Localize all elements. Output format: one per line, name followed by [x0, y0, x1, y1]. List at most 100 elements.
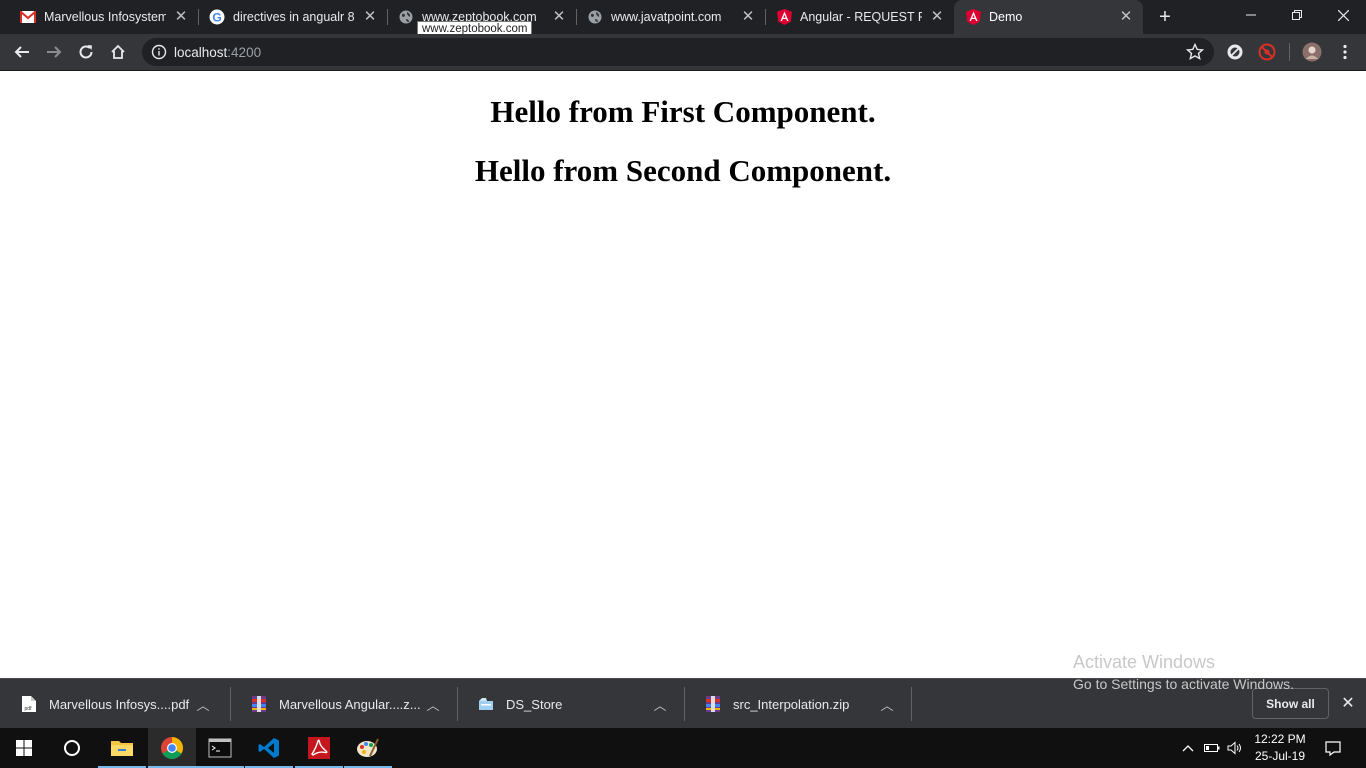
- taskbar-terminal[interactable]: [196, 728, 244, 768]
- minimize-icon: [1246, 14, 1256, 16]
- svg-text:pdf: pdf: [25, 706, 33, 712]
- windows-logo-icon: [16, 740, 32, 756]
- angular-icon: [965, 9, 981, 25]
- tab-title: Angular - REQUEST FOR: [800, 10, 922, 24]
- tab-title: www.javatpoint.com: [611, 10, 722, 24]
- back-button[interactable]: [9, 39, 35, 65]
- battery-button[interactable]: [1202, 728, 1222, 768]
- kebab-menu-icon: [1343, 44, 1347, 60]
- zip-file-icon: [252, 696, 266, 712]
- tab-strip: Marvellous Infosystems ✕ G directives in…: [0, 0, 1366, 34]
- cortana-circle-icon: [64, 740, 80, 756]
- show-hidden-icons-button[interactable]: [1178, 728, 1198, 768]
- chevron-up-icon[interactable]: ︿: [425, 695, 441, 714]
- download-item[interactable]: DS_Store ︿: [457, 679, 684, 729]
- bookmark-star-icon[interactable]: [1186, 43, 1204, 61]
- gmail-icon: [20, 9, 36, 25]
- forward-button[interactable]: [41, 39, 67, 65]
- chevron-up-icon[interactable]: ︿: [195, 695, 211, 714]
- download-filename: Marvellous Angular....z...: [279, 696, 421, 712]
- close-icon[interactable]: ✕: [550, 8, 568, 26]
- pdf-file-icon: pdf: [22, 696, 36, 712]
- download-filename: src_Interpolation.zip: [733, 696, 850, 712]
- windows-taskbar: 12:22 PM 25-Jul-19: [0, 728, 1366, 768]
- taskbar-chrome[interactable]: [148, 728, 196, 768]
- restore-icon: [1292, 10, 1302, 20]
- close-icon: [1337, 9, 1349, 21]
- toolbar-divider: [1289, 43, 1290, 61]
- download-filename: Marvellous Infosys....pdf: [49, 696, 190, 712]
- battery-icon: [1204, 744, 1220, 752]
- close-icon[interactable]: ✕: [361, 8, 379, 26]
- volume-button[interactable]: [1225, 728, 1245, 768]
- page-content: Hello from First Component. Hello from S…: [0, 71, 1366, 678]
- extension-block-icon[interactable]: [1226, 43, 1244, 61]
- acrobat-icon: [308, 737, 330, 759]
- zip-file-icon: [706, 696, 720, 712]
- address-bar[interactable]: localhost:4200: [142, 38, 1214, 66]
- profile-avatar-icon[interactable]: [1302, 42, 1322, 62]
- chevron-up-icon[interactable]: ︿: [652, 695, 668, 714]
- watermark-title: Activate Windows: [1073, 652, 1216, 672]
- chrome-menu-button[interactable]: [1332, 39, 1358, 65]
- file-explorer-icon: [111, 741, 133, 756]
- close-shelf-button[interactable]: ✕: [1338, 694, 1358, 714]
- url-port: :4200: [227, 45, 262, 60]
- paint-icon: [357, 738, 379, 757]
- google-icon: G: [209, 9, 225, 25]
- vscode-icon: [258, 738, 279, 758]
- url-host: localhost: [174, 45, 228, 60]
- clock-time: 12:22 PM: [1254, 732, 1306, 746]
- chrome-icon: [161, 737, 183, 759]
- taskbar-vscode[interactable]: [245, 728, 293, 768]
- tab-angular-request[interactable]: Angular - REQUEST FOR ✕: [765, 0, 954, 34]
- svg-text:G: G: [212, 11, 221, 25]
- reload-button[interactable]: [73, 39, 99, 65]
- minimize-button[interactable]: [1228, 0, 1274, 30]
- globe-icon: [587, 9, 603, 25]
- reload-icon: [79, 45, 93, 59]
- tab-title: directives in angualr 8 -: [233, 10, 355, 24]
- tab-javatpoint[interactable]: www.javatpoint.com ✕: [576, 0, 765, 34]
- browser-toolbar: localhost:4200: [0, 34, 1366, 71]
- clock-date: 25-Jul-19: [1254, 749, 1306, 763]
- notification-icon: [1325, 741, 1341, 756]
- download-divider: [911, 687, 912, 721]
- close-icon[interactable]: ✕: [739, 8, 757, 26]
- generic-file-icon: [479, 698, 493, 710]
- globe-icon: [398, 9, 414, 25]
- back-arrow-icon: [14, 46, 29, 58]
- terminal-icon: [208, 738, 232, 758]
- tab-title: Demo: [989, 10, 1023, 24]
- download-item[interactable]: src_Interpolation.zip ︿: [684, 679, 911, 729]
- close-icon[interactable]: ✕: [928, 8, 946, 26]
- start-button[interactable]: [0, 728, 48, 768]
- taskbar-clock[interactable]: 12:22 PM 25-Jul-19: [1248, 731, 1312, 765]
- home-button[interactable]: [105, 39, 131, 65]
- info-icon[interactable]: [151, 44, 167, 60]
- tab-directives[interactable]: G directives in angualr 8 - ✕: [198, 0, 387, 34]
- close-icon[interactable]: ✕: [1117, 8, 1135, 26]
- second-component-heading: Hello from Second Component.: [474, 153, 892, 188]
- restore-button[interactable]: [1274, 0, 1320, 30]
- chevron-up-icon: [1182, 745, 1194, 752]
- tab-marvellous-infosystems[interactable]: Marvellous Infosystems ✕: [0, 0, 198, 34]
- extension-adblock-icon[interactable]: [1258, 43, 1276, 61]
- watermark-subtitle: Go to Settings to activate Windows.: [1073, 676, 1294, 692]
- action-center-button[interactable]: [1320, 728, 1346, 768]
- forward-arrow-icon: [47, 46, 62, 58]
- taskbar-paint[interactable]: [344, 728, 392, 768]
- tab-demo[interactable]: Demo ✕: [954, 0, 1143, 34]
- taskbar-acrobat[interactable]: [295, 728, 343, 768]
- close-window-button[interactable]: [1320, 0, 1366, 30]
- taskbar-file-explorer[interactable]: [98, 728, 146, 768]
- new-tab-button[interactable]: +: [1154, 6, 1176, 28]
- cortana-button[interactable]: [48, 728, 96, 768]
- download-item[interactable]: pdf Marvellous Infosys....pdf ︿: [0, 679, 227, 729]
- first-component-heading: Hello from First Component.: [490, 94, 876, 129]
- download-filename: DS_Store: [506, 696, 563, 712]
- close-icon[interactable]: ✕: [172, 8, 190, 26]
- url-text[interactable]: localhost:4200: [174, 45, 261, 60]
- chevron-up-icon[interactable]: ︿: [879, 695, 895, 714]
- download-item[interactable]: Marvellous Angular....z... ︿: [230, 679, 457, 729]
